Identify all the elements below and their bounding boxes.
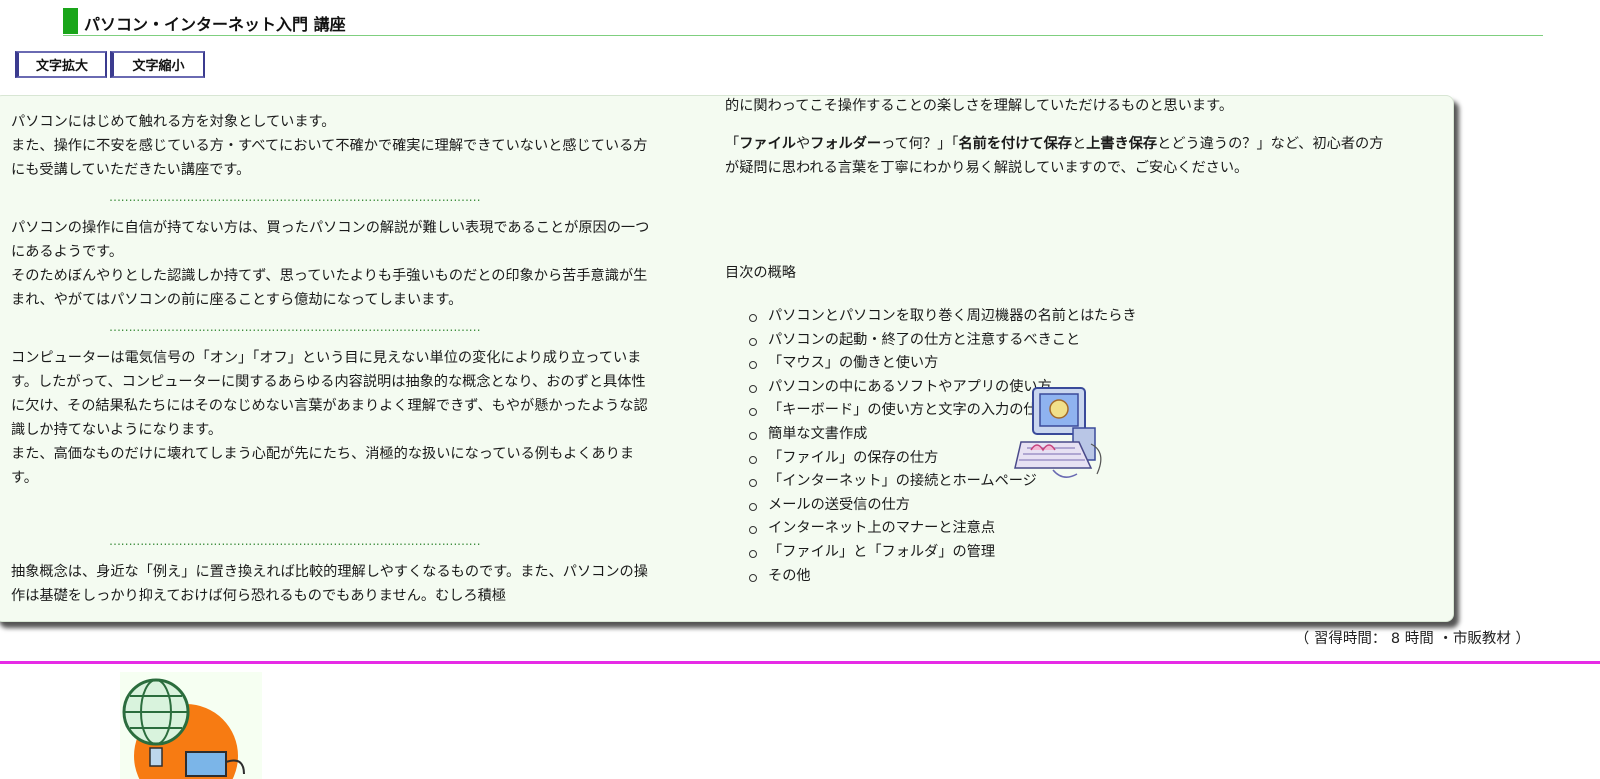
term-overwrite: 上書き保存 <box>1086 136 1158 152</box>
toc-item: メールの送受信の仕方 <box>746 494 1137 518</box>
toc-item: パソコンの起動・終了の仕方と注意するべきこと <box>746 329 1137 353</box>
toc-item: インターネット上のマナーと注意点 <box>746 517 1137 541</box>
reason-line-2: そのためぼんやりとした認識しか持てず、思っていたよりも手強いものだとの印象から苦… <box>11 268 648 308</box>
concept-line-2: また、高価なものだけに壊れてしまう心配が先にたち、消極的な扱いになっている例もよ… <box>11 446 635 486</box>
toc-item: パソコンとパソコンを取り巻く周辺機器の名前とはたらき <box>746 305 1137 329</box>
abstract-paragraph: 抽象概念は、身近な「例え」に置き換えれば比較的理解しやすくなるものです。また、パ… <box>11 564 648 604</box>
toc-item: その他 <box>746 565 1137 589</box>
dotted-separator: …………………………………………………………………………………… <box>109 192 481 202</box>
dotted-separator: …………………………………………………………………………………… <box>109 536 481 546</box>
right-column: 的に関わってこそ操作することの楽しさを理解していただけるものと思います。 「ファ… <box>725 96 1385 180</box>
page-header: パソコン・インターネット入門 講座 <box>63 8 1543 36</box>
faq-paragraph: 「ファイルやフォルダーって何？」「名前を付けて保存と上書き保存とどう違うの？」な… <box>725 136 1384 176</box>
toc-item: 「マウス」の働きと使い方 <box>746 352 1137 376</box>
reason-line-1: パソコンの操作に自信が持てない方は、買ったパソコンの解説が難しい表現であることが… <box>11 220 650 260</box>
intro-line-2: また、操作に不安を感じている方・すべてにおいて不確かで確実に理解できていないと感… <box>11 138 648 178</box>
term-file: ファイル <box>739 136 796 152</box>
intro-line-1: パソコンにはじめて触れる方を対象としています。 <box>11 114 336 130</box>
toc-item: 「ファイル」と「フォルダ」の管理 <box>746 541 1137 565</box>
term-save-as: 名前を付けて保存 <box>958 136 1072 152</box>
study-time-note: （ 習得時間： 8 時間 ・市販教材 ） <box>1294 631 1530 647</box>
font-shrink-button[interactable]: 文字縮小 <box>110 51 205 78</box>
concept-line-1: コンピューターは電気信号の「オン」「オフ」という目に見えない単位の変化により成り… <box>11 350 648 438</box>
title-accent-bar <box>63 8 78 34</box>
section-divider <box>0 661 1600 664</box>
page-title: パソコン・インターネット入門 講座 <box>84 15 346 34</box>
term-folder: フォルダー <box>810 136 882 152</box>
globe-computer-clipart <box>120 672 262 779</box>
toc-heading: 目次の概略 <box>725 265 796 281</box>
font-enlarge-button[interactable]: 文字拡大 <box>15 51 107 78</box>
computer-user-clipart <box>1014 387 1102 478</box>
left-column: パソコンにはじめて触れる方を対象としています。 また、操作に不安を感じている方・… <box>11 110 659 608</box>
abstract-paragraph-continued: 的に関わってこそ操作することの楽しさを理解していただけるものと思います。 <box>725 98 1234 114</box>
course-description-panel: パソコンにはじめて触れる方を対象としています。 また、操作に不安を感じている方・… <box>0 95 1454 622</box>
dotted-separator: …………………………………………………………………………………… <box>109 322 481 332</box>
